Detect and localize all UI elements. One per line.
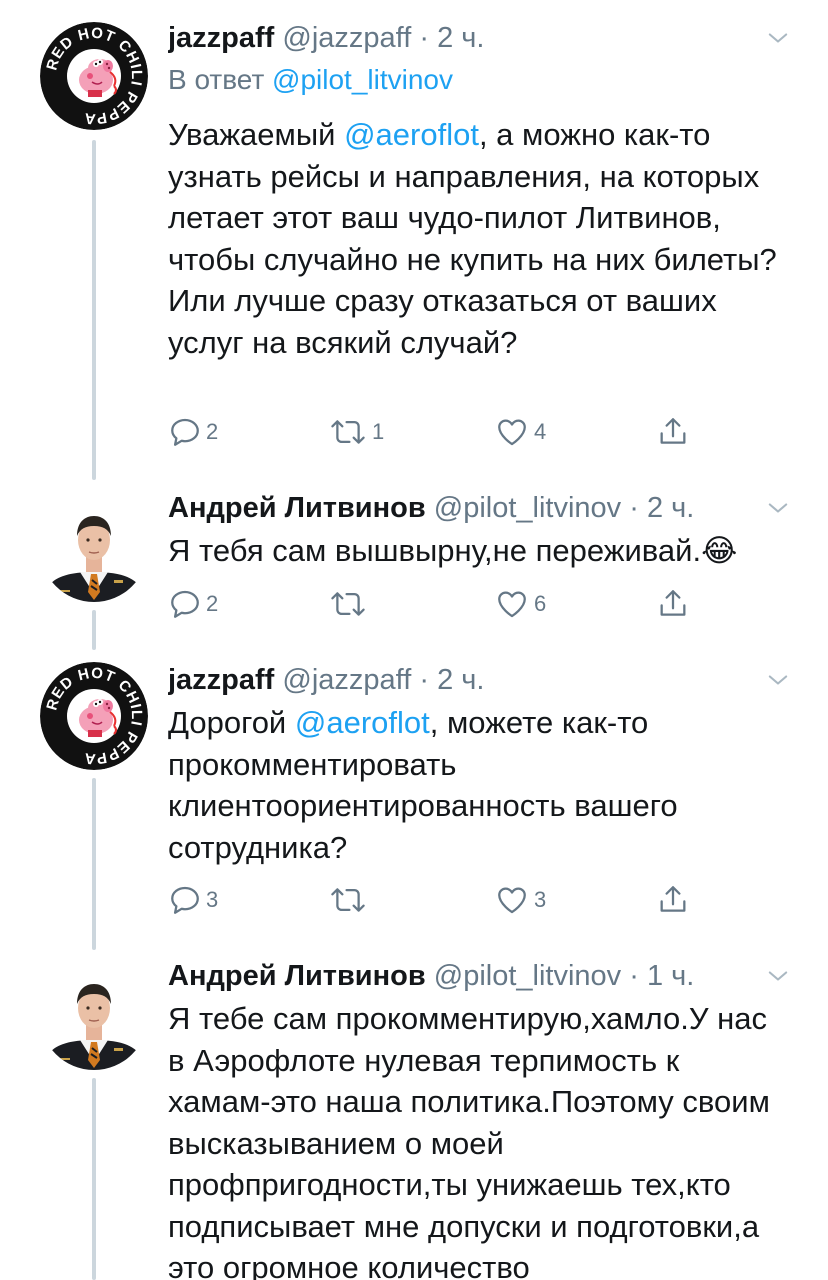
pilot-avatar-image (40, 962, 148, 1070)
chevron-down-icon[interactable] (764, 666, 792, 694)
tweet-header: jazzpaff @jazzpaff · 2 ч. (168, 660, 768, 700)
retweet-button[interactable]: 1 (328, 412, 384, 452)
action-bar: 2 6 (168, 584, 708, 624)
share-icon (656, 883, 690, 917)
user-handle[interactable]: @pilot_litvinov (434, 960, 621, 992)
reply-button[interactable]: 2 (168, 412, 218, 452)
like-count: 3 (534, 887, 547, 912)
reply-icon (168, 587, 202, 621)
like-button[interactable]: 3 (494, 880, 546, 920)
heart-icon (494, 587, 530, 621)
tweet-header: jazzpaff @jazzpaff · 2 ч. (168, 18, 768, 58)
peppa-avatar-image: RED HOT CHILI PEPPA (40, 662, 148, 770)
like-button[interactable]: 4 (494, 412, 546, 452)
retweet-button[interactable] (328, 584, 372, 624)
thread-connector (92, 1078, 96, 1280)
tweet-text: Я тебе сам прокомментирую,хамло.У нас в … (168, 998, 788, 1280)
share-icon (656, 415, 690, 449)
text-segment: Я тебе сам прокомментирую,хамло.У нас в … (168, 1001, 779, 1280)
timestamp[interactable]: 2 ч. (437, 664, 484, 696)
mention-link[interactable]: @aeroflot (344, 117, 479, 152)
avatar[interactable] (40, 962, 148, 1070)
timestamp[interactable]: 2 ч. (437, 22, 484, 54)
share-button[interactable] (656, 412, 690, 452)
separator-dot: · (419, 22, 429, 54)
chevron-down-icon[interactable] (764, 494, 792, 522)
chevron-down-icon[interactable] (764, 962, 792, 990)
share-icon (656, 587, 690, 621)
text-segment: Я тебя сам вышвырну,не переживай. (168, 533, 702, 568)
laughing-emoji: 😂 (701, 533, 738, 568)
retweet-icon (328, 415, 368, 449)
reply-button[interactable]: 2 (168, 584, 218, 624)
like-count: 6 (534, 591, 547, 616)
share-button[interactable] (656, 584, 690, 624)
like-count: 4 (534, 419, 547, 444)
user-handle[interactable]: @pilot_litvinov (434, 492, 621, 524)
text-segment: Уважаемый (168, 117, 345, 152)
text-segment: Дорогой (168, 705, 295, 740)
separator-dot: · (629, 492, 639, 524)
tweet-thread: RED HOT CHILI PEPPA jazzpaff @jazzpaff ·… (0, 0, 828, 1280)
peppa-avatar-image: RED HOT CHILI PEPPA (40, 22, 148, 130)
like-button[interactable]: 6 (494, 584, 546, 624)
action-bar: 2 1 4 (168, 412, 708, 452)
action-bar: 3 3 (168, 880, 708, 920)
retweet-icon (328, 883, 368, 917)
tweet-text: Уважаемый @aeroflot, а можно как-то узна… (168, 114, 788, 363)
reply-mention-link[interactable]: @pilot_litvinov (272, 64, 453, 95)
reply-button[interactable]: 3 (168, 880, 218, 920)
tweet-header: Андрей Литвинов @pilot_litvinov · 1 ч. (168, 956, 768, 996)
heart-icon (494, 883, 530, 917)
display-name[interactable]: Андрей Литвинов (168, 492, 426, 524)
retweet-icon (328, 587, 368, 621)
tweet[interactable]: RED HOT CHILI PEPPA jazzpaff @jazzpaff ·… (0, 0, 828, 482)
timestamp[interactable]: 1 ч. (647, 960, 694, 992)
timestamp[interactable]: 2 ч. (647, 492, 694, 524)
share-button[interactable] (656, 880, 690, 920)
mention-link[interactable]: @aeroflot (295, 705, 430, 740)
retweet-button[interactable] (328, 880, 372, 920)
separator-dot: · (629, 960, 639, 992)
reply-prefix: В ответ (168, 64, 265, 95)
reply-count: 3 (206, 887, 219, 912)
display-name[interactable]: jazzpaff (168, 22, 274, 54)
reply-icon (168, 883, 202, 917)
user-handle[interactable]: @jazzpaff (282, 664, 411, 696)
reply-icon (168, 415, 202, 449)
heart-icon (494, 415, 530, 449)
reply-count: 2 (206, 591, 219, 616)
tweet[interactable]: Андрей Литвинов @pilot_litvinov · 2 ч. Я… (0, 482, 828, 650)
display-name[interactable]: Андрей Литвинов (168, 960, 426, 992)
tweet-header: Андрей Литвинов @pilot_litvinov · 2 ч. (168, 488, 768, 528)
reply-count: 2 (206, 419, 219, 444)
tweet-text: Дорогой @aeroflot, можете как-то прокомм… (168, 702, 788, 868)
tweet-text: Я тебя сам вышвырну,не переживай.😂 (168, 530, 788, 572)
text-segment: , а можно как-то узнать рейсы и направле… (168, 117, 786, 360)
avatar[interactable]: RED HOT CHILI PEPPA (40, 662, 148, 770)
thread-connector (92, 610, 96, 650)
avatar[interactable] (40, 494, 148, 602)
display-name[interactable]: jazzpaff (168, 664, 274, 696)
thread-connector (92, 140, 96, 480)
chevron-down-icon[interactable] (764, 24, 792, 52)
avatar[interactable]: RED HOT CHILI PEPPA (40, 22, 148, 130)
tweet[interactable]: RED HOT CHILI PEPPA jazzpaff @jazzpaff ·… (0, 650, 828, 950)
user-handle[interactable]: @jazzpaff (282, 22, 411, 54)
thread-connector (92, 778, 96, 950)
retweet-count: 1 (372, 419, 385, 444)
tweet[interactable]: Андрей Литвинов @pilot_litvinov · 1 ч. Я… (0, 950, 828, 1280)
separator-dot: · (419, 664, 429, 696)
pilot-avatar-image (40, 494, 148, 602)
reply-context: В ответ @pilot_litvinov (168, 60, 453, 100)
